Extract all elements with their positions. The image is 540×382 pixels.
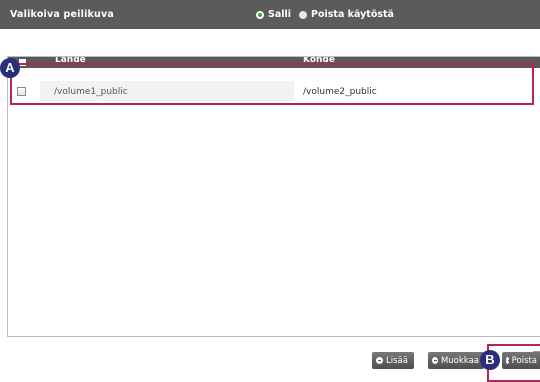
edit-button-label: Muokkaa <box>440 355 479 366</box>
callout-a-badge: A <box>0 58 20 78</box>
disable-radio[interactable]: Poista käytöstä <box>299 9 394 20</box>
edit-button[interactable]: Muokkaa <box>428 352 484 369</box>
allow-radio[interactable]: Salli <box>256 9 291 20</box>
add-icon <box>376 357 383 364</box>
add-button-label: Lisää <box>386 355 408 366</box>
edit-icon <box>432 357 438 364</box>
disable-radio-label: Poista käytöstä <box>311 9 394 20</box>
radio-unselected-icon <box>299 10 307 19</box>
callout-a-frame <box>10 63 534 105</box>
mirror-header-bar: Valikoiva peilikuva Salli Poista käytöst… <box>0 0 540 29</box>
add-button[interactable]: Lisää <box>372 352 414 369</box>
section-title: Valikoiva peilikuva <box>10 9 115 20</box>
callout-b-badge: B <box>480 350 500 370</box>
radio-selected-icon <box>256 10 264 19</box>
allow-radio-label: Salli <box>268 9 292 20</box>
